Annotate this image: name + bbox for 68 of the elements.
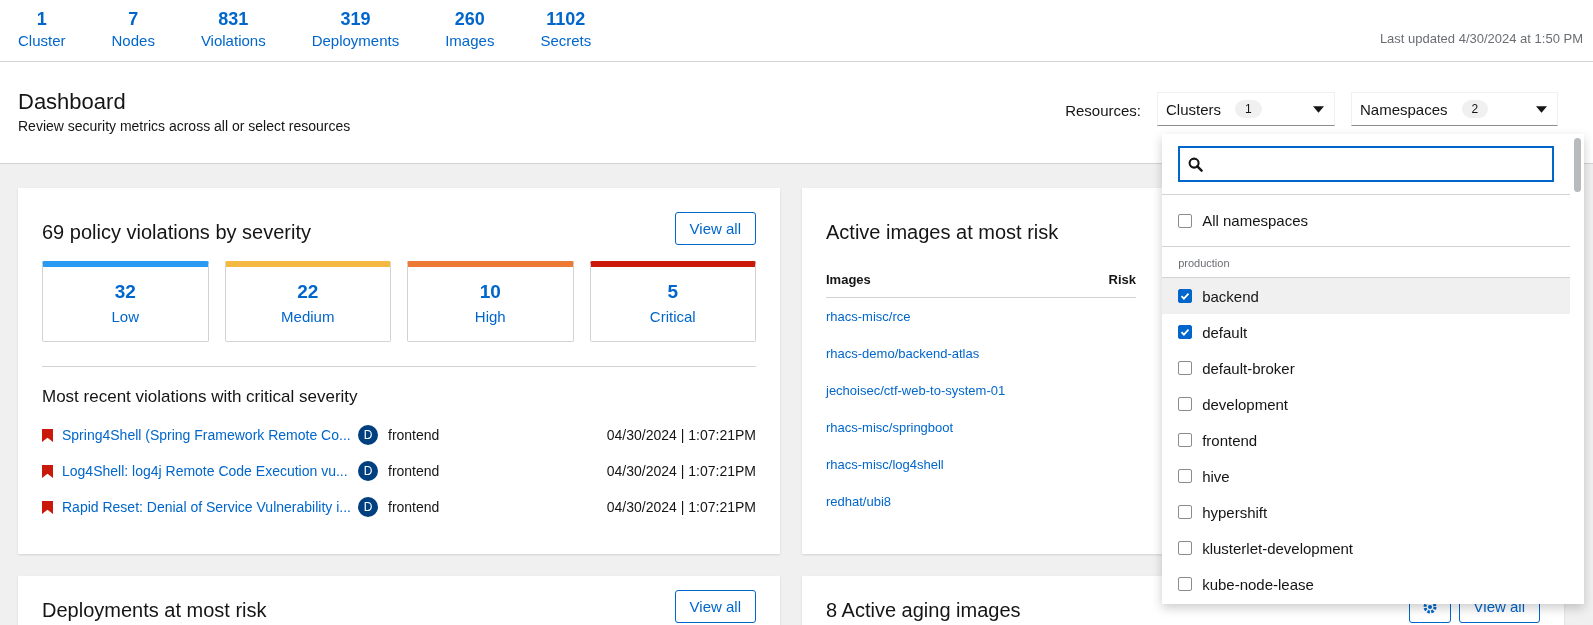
flag-icon bbox=[42, 464, 53, 478]
count-badge: 1 bbox=[1235, 100, 1262, 118]
scrollbar[interactable] bbox=[1574, 138, 1582, 192]
checkbox[interactable] bbox=[1178, 577, 1193, 591]
severity-tile[interactable]: 22 Medium bbox=[224, 261, 391, 342]
flag-icon bbox=[42, 428, 53, 442]
menu-item[interactable]: hypershift bbox=[1162, 494, 1571, 530]
card-title: Active images at most risk bbox=[826, 220, 1059, 245]
last-updated-text: Last updated 4/30/2024 at 1:50 PM bbox=[1379, 31, 1583, 46]
deployment-badge: D bbox=[358, 461, 378, 481]
menu-item[interactable]: backend bbox=[1162, 278, 1571, 314]
checkbox[interactable] bbox=[1178, 213, 1193, 228]
card-title: 69 policy violations by severity bbox=[42, 220, 311, 245]
filter-select[interactable]: Namespaces 2 bbox=[1351, 92, 1558, 126]
count-badge: 2 bbox=[1461, 100, 1489, 118]
policy-link[interactable]: Log4Shell: log4j Remote Code Execution vu... bbox=[62, 463, 358, 479]
summary-count-link[interactable]: 1102 Secrets bbox=[540, 8, 592, 52]
view-all-button[interactable]: View all bbox=[674, 590, 756, 623]
summary-count-link[interactable]: 1 Cluster bbox=[18, 8, 66, 52]
checkbox[interactable] bbox=[1178, 505, 1193, 519]
search-icon bbox=[1188, 156, 1204, 172]
violation-time: 04/30/2024 | 1:07:21PM bbox=[606, 463, 756, 479]
checkbox[interactable] bbox=[1178, 469, 1193, 483]
deployment-badge: D bbox=[358, 425, 378, 445]
checkbox[interactable] bbox=[1178, 541, 1193, 555]
search-field[interactable] bbox=[1178, 146, 1555, 182]
caret-icon bbox=[1313, 105, 1324, 113]
section-title: Most recent violations with critical severity bbox=[42, 387, 359, 407]
filter-select[interactable]: Clusters 1 bbox=[1157, 92, 1335, 126]
menu-item[interactable]: frontend bbox=[1162, 422, 1571, 458]
policy-link[interactable]: Spring4Shell (Spring Framework Remote Co... bbox=[62, 427, 358, 443]
menu-item[interactable]: development bbox=[1162, 386, 1571, 422]
severity-tile[interactable]: 32 Low bbox=[42, 261, 209, 342]
menu-item[interactable]: klusterlet-development bbox=[1162, 530, 1571, 566]
checkbox[interactable] bbox=[1178, 289, 1193, 303]
menu-item[interactable]: default-broker bbox=[1162, 350, 1571, 386]
menu-item[interactable]: All namespaces bbox=[1162, 195, 1571, 247]
deployment-name: frontend bbox=[388, 427, 440, 443]
severity-tile[interactable]: 5 Critical bbox=[589, 261, 756, 342]
card-title: Deployments at most risk bbox=[42, 598, 267, 623]
page-title: Dashboard bbox=[18, 88, 127, 116]
page-subtitle: Review security metrics across all or select resources bbox=[18, 118, 351, 134]
view-all-button[interactable]: View all bbox=[674, 212, 756, 245]
summary-count-link[interactable]: 7 Nodes bbox=[111, 8, 155, 52]
deployment-name: frontend bbox=[388, 499, 440, 515]
summary-count-link[interactable]: 319 Deployments bbox=[311, 8, 400, 52]
deployment-name: frontend bbox=[388, 463, 440, 479]
flag-icon bbox=[42, 500, 53, 514]
checkbox[interactable] bbox=[1178, 325, 1193, 339]
check-icon bbox=[1179, 326, 1192, 338]
checkbox[interactable] bbox=[1178, 361, 1193, 375]
menu-item[interactable]: hive bbox=[1162, 458, 1571, 494]
summary-count-link[interactable]: 831 Violations bbox=[200, 8, 266, 52]
menu-item[interactable]: default bbox=[1162, 314, 1571, 350]
resources-label: Resources: bbox=[1065, 102, 1141, 119]
deployment-badge: D bbox=[358, 497, 378, 517]
check-icon bbox=[1179, 290, 1192, 302]
checkbox[interactable] bbox=[1178, 433, 1193, 447]
checkbox[interactable] bbox=[1178, 397, 1193, 411]
violation-time: 04/30/2024 | 1:07:21PM bbox=[606, 499, 756, 515]
card-title: 8 Active aging images bbox=[826, 598, 1021, 623]
caret-icon bbox=[1536, 105, 1547, 113]
summary-count-link[interactable]: 260 Images bbox=[445, 8, 495, 52]
policy-link[interactable]: Rapid Reset: Denial of Service Vulnerability i... bbox=[62, 499, 358, 515]
column-header: Risk bbox=[1108, 272, 1136, 287]
severity-tile[interactable]: 10 High bbox=[407, 261, 574, 342]
column-header: Images bbox=[826, 272, 871, 287]
violation-time: 04/30/2024 | 1:07:21PM bbox=[606, 427, 756, 443]
